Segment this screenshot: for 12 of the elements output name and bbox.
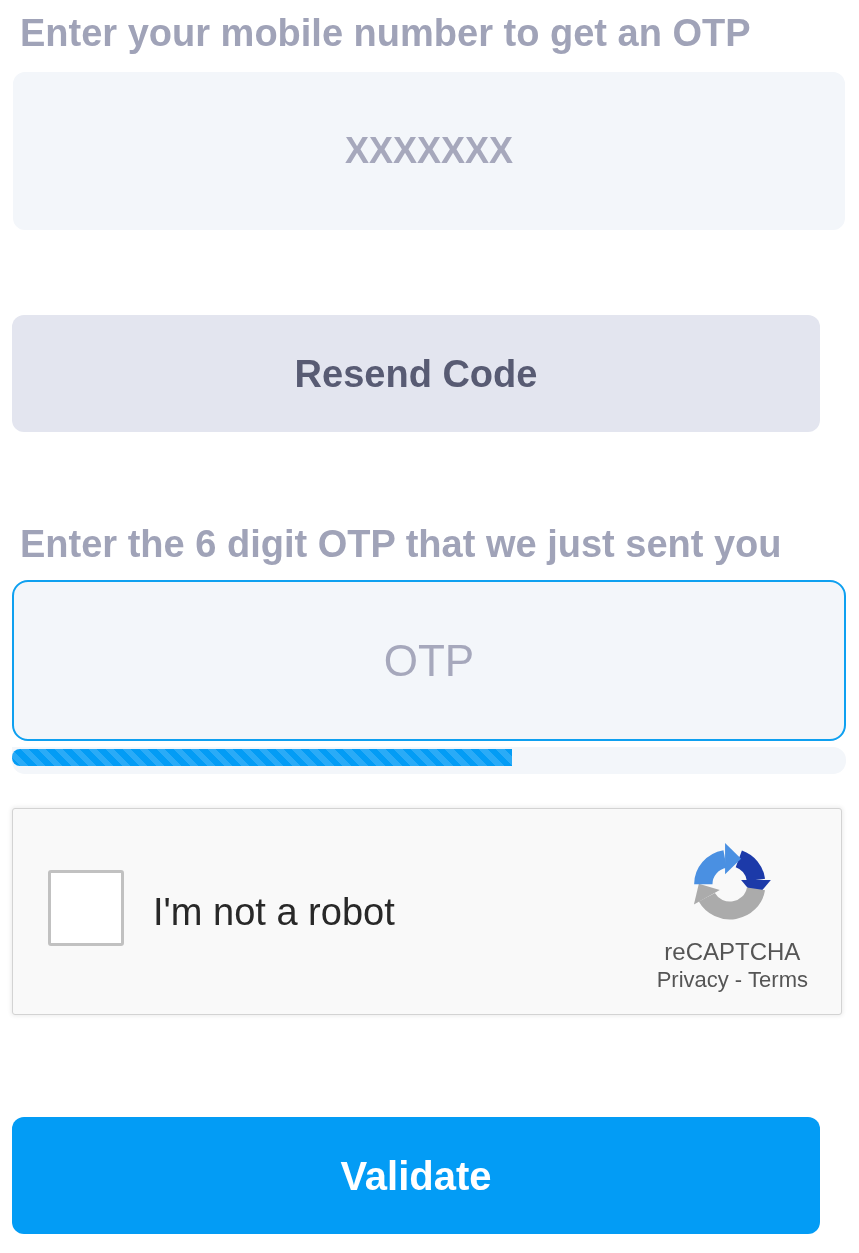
brand-name: reCAPTCHA [664, 938, 801, 966]
resend-code-button[interactable]: Resend Code [12, 315, 820, 432]
link-separator: - [734, 968, 743, 992]
mobile-number-field[interactable]: XXXXXXX [13, 72, 845, 230]
checkbox-label: I'm not a robot [153, 889, 395, 934]
field-label: Enter your mobile number to get an OTP [20, 11, 751, 55]
footer-link[interactable]: Terms [748, 968, 808, 992]
checkbox[interactable] [48, 870, 124, 946]
circular-arrows-icon [692, 842, 772, 920]
field-label: Enter the 6 digit OTP that we just sent you [20, 522, 782, 566]
footer-link[interactable]: Privacy [656, 968, 729, 992]
otp-field[interactable]: OTP [12, 580, 846, 741]
